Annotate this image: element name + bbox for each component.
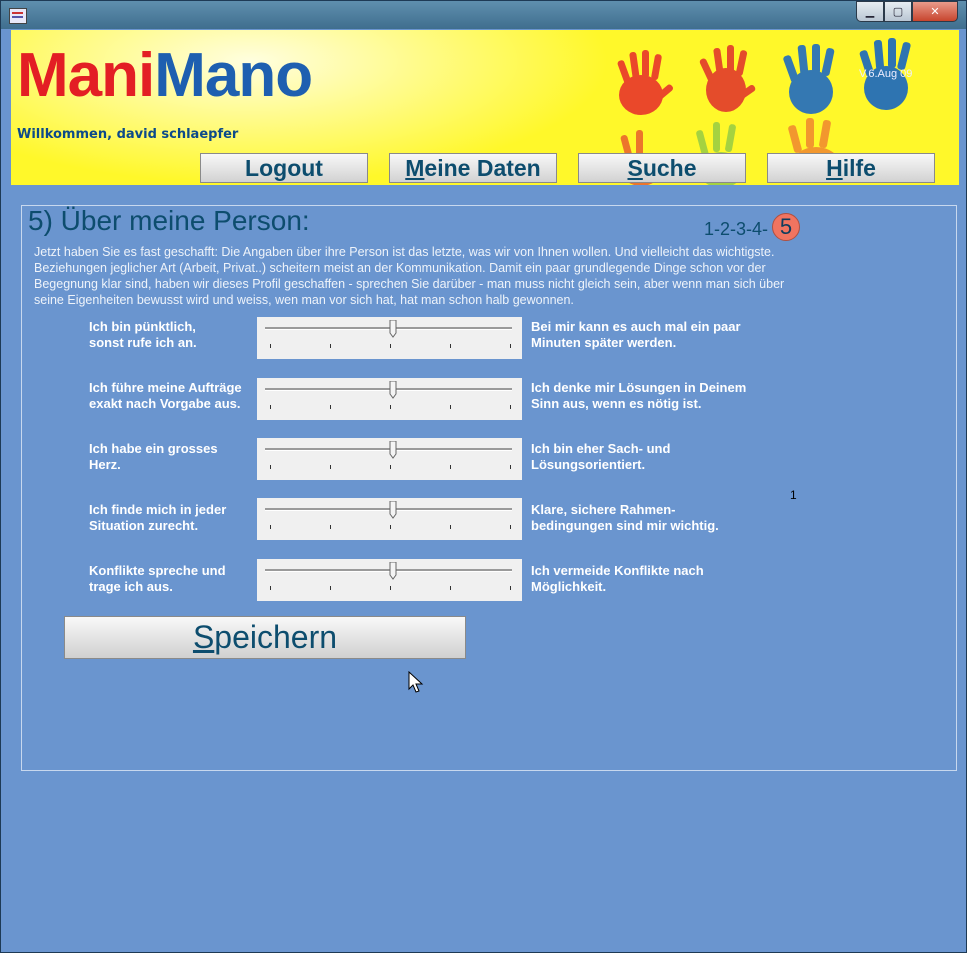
slider-thumb[interactable] (389, 381, 397, 399)
slider-2-right-label: Ich denke mir Lösungen in Deinem Sinn au… (531, 380, 747, 411)
version-label: V.6.Aug 09 (859, 68, 913, 80)
slider-tick (510, 525, 511, 529)
title-bar[interactable]: ▁ ▢ ✕ (1, 1, 966, 29)
slider-tick (450, 405, 451, 409)
slider-4-right-label: Klare, sichere Rahmen- bedingungen sind … (531, 502, 719, 533)
slider-thumb[interactable] (389, 441, 397, 459)
save-label: peichern (214, 619, 338, 655)
red-hand-2 (699, 45, 756, 112)
window-controls: ▁ ▢ ✕ (856, 1, 958, 22)
logout-label: Logout (245, 154, 323, 181)
slider-tick (450, 525, 451, 529)
hilfe-button[interactable]: Hilfe (767, 153, 935, 183)
slider-tick (330, 405, 331, 409)
header-banner: ManiMano Willkommen, david schlaepfer V.… (11, 30, 959, 185)
slider-2[interactable] (257, 378, 522, 420)
slider-tick (510, 405, 511, 409)
logo-mano: Mano (154, 41, 313, 110)
hilfe-label: ilfe (842, 154, 876, 181)
page-number: 1 (790, 488, 797, 502)
slider-thumb[interactable] (389, 501, 397, 519)
meine-daten-label: eine Daten (424, 154, 541, 181)
slider-tick (270, 525, 271, 529)
slider-tick (270, 586, 271, 590)
slider-tick (390, 344, 391, 348)
slider-4[interactable] (257, 498, 522, 540)
slider-3[interactable] (257, 438, 522, 480)
current-step-badge: 5 (772, 213, 800, 241)
slider-tick (510, 344, 511, 348)
app-icon[interactable] (9, 8, 27, 24)
page-title: 5) Über meine Person: (28, 205, 310, 236)
logout-button[interactable]: Logout (200, 153, 368, 183)
slider-3-left-label: Ich habe ein grosses Herz. (89, 441, 218, 472)
slider-tick (450, 465, 451, 469)
meine-daten-accel: M (405, 154, 425, 181)
app-window: ▁ ▢ ✕ ManiMano Willkommen, david schlaep… (0, 0, 967, 953)
close-button[interactable]: ✕ (912, 1, 958, 22)
slider-tick (330, 525, 331, 529)
save-accel: S (192, 619, 215, 655)
slider-tick (390, 525, 391, 529)
logo: ManiMano (17, 40, 313, 111)
slider-5-right-label: Ich vermeide Konflikte nach Möglichkeit. (531, 563, 704, 594)
slider-tick (330, 465, 331, 469)
slider-1-right-label: Bei mir kann es auch mal ein paar Minute… (531, 319, 741, 350)
hilfe-accel: H (826, 154, 843, 181)
slider-tick (330, 586, 331, 590)
slider-2-left-label: Ich führe meine Aufträge exakt nach Vorg… (89, 380, 242, 411)
slider-tick (270, 344, 271, 348)
slider-tick (450, 344, 451, 348)
slider-tick (510, 586, 511, 590)
meine-daten-button[interactable]: Meine Daten (389, 153, 557, 183)
suche-label: uche (642, 154, 697, 181)
mouse-cursor-icon (408, 671, 424, 693)
slider-3-right-label: Ich bin eher Sach- und Lösungsorientiert… (531, 441, 671, 472)
slider-tick (270, 465, 271, 469)
suche-accel: S (627, 154, 643, 181)
slider-1[interactable] (257, 317, 522, 359)
welcome-text: Willkommen, david schlaepfer (17, 127, 239, 142)
slider-tick (390, 405, 391, 409)
logo-mani: Mani (17, 41, 155, 110)
slider-thumb[interactable] (389, 562, 397, 580)
slider-thumb[interactable] (389, 320, 397, 338)
suche-button[interactable]: Suche (578, 153, 746, 183)
slider-1-left-label: Ich bin pünktlich, sonst rufe ich an. (89, 319, 197, 350)
maximize-button[interactable]: ▢ (884, 1, 912, 22)
minimize-button[interactable]: ▁ (856, 1, 884, 22)
step-indicator: 1-2-3-4- (704, 219, 769, 239)
slider-tick (510, 465, 511, 469)
slider-5[interactable] (257, 559, 522, 601)
save-button[interactable]: Speichern (64, 616, 466, 659)
slider-tick (390, 465, 391, 469)
red-hand-1 (617, 50, 674, 115)
slider-tick (270, 405, 271, 409)
slider-tick (330, 344, 331, 348)
slider-5-left-label: Konflikte spreche und trage ich aus. (89, 563, 226, 594)
slider-tick (450, 586, 451, 590)
slider-tick (390, 586, 391, 590)
blue-hand-1 (783, 44, 835, 114)
slider-4-left-label: Ich finde mich in jeder Situation zurech… (89, 502, 227, 533)
intro-text: Jetzt haben Sie es fast geschafft: Die A… (34, 245, 785, 307)
